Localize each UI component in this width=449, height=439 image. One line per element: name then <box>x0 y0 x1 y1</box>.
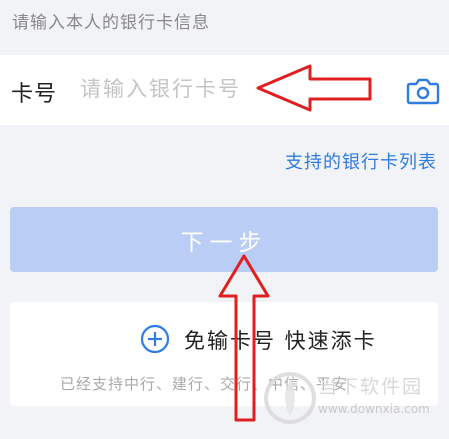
card-number-input[interactable] <box>80 69 380 109</box>
card-number-label: 卡号 <box>11 82 58 107</box>
camera-icon[interactable] <box>406 76 440 106</box>
card-number-row: 卡号 <box>0 55 449 125</box>
watermark-name: 当下软件园 <box>318 376 424 398</box>
plus-circle-icon[interactable] <box>140 324 170 354</box>
quick-add-title[interactable]: 免输卡号 快速添卡 <box>184 325 377 355</box>
next-step-button[interactable]: 下一步 <box>10 207 438 272</box>
supported-banks-link[interactable]: 支持的银行卡列表 <box>285 148 437 174</box>
watermark-url: www.downxia.com <box>318 402 430 416</box>
instruction-text: 请输入本人的银行卡信息 <box>12 13 210 33</box>
